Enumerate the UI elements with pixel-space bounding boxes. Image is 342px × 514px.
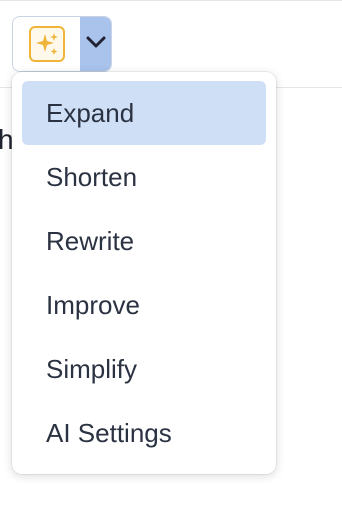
ai-split-button bbox=[12, 16, 112, 72]
ai-dropdown-menu: Expand Shorten Rewrite Improve Simplify AI Se… bbox=[12, 72, 276, 474]
editor-stage: h Expand Shorten Rewrite Improve Simplify AI … bbox=[0, 0, 342, 514]
ai-dropdown-toggle[interactable] bbox=[80, 17, 111, 71]
menu-item-expand[interactable]: Expand bbox=[22, 81, 266, 145]
menu-item-ai-settings[interactable]: AI Settings bbox=[22, 401, 266, 465]
chevron-down-icon bbox=[85, 35, 107, 54]
menu-item-simplify[interactable]: Simplify bbox=[22, 337, 266, 401]
menu-item-improve[interactable]: Improve bbox=[22, 273, 266, 337]
sparkles-icon bbox=[28, 26, 65, 62]
menu-item-rewrite[interactable]: Rewrite bbox=[22, 209, 266, 273]
ai-assist-button[interactable] bbox=[13, 17, 80, 71]
menu-item-shorten[interactable]: Shorten bbox=[22, 145, 266, 209]
